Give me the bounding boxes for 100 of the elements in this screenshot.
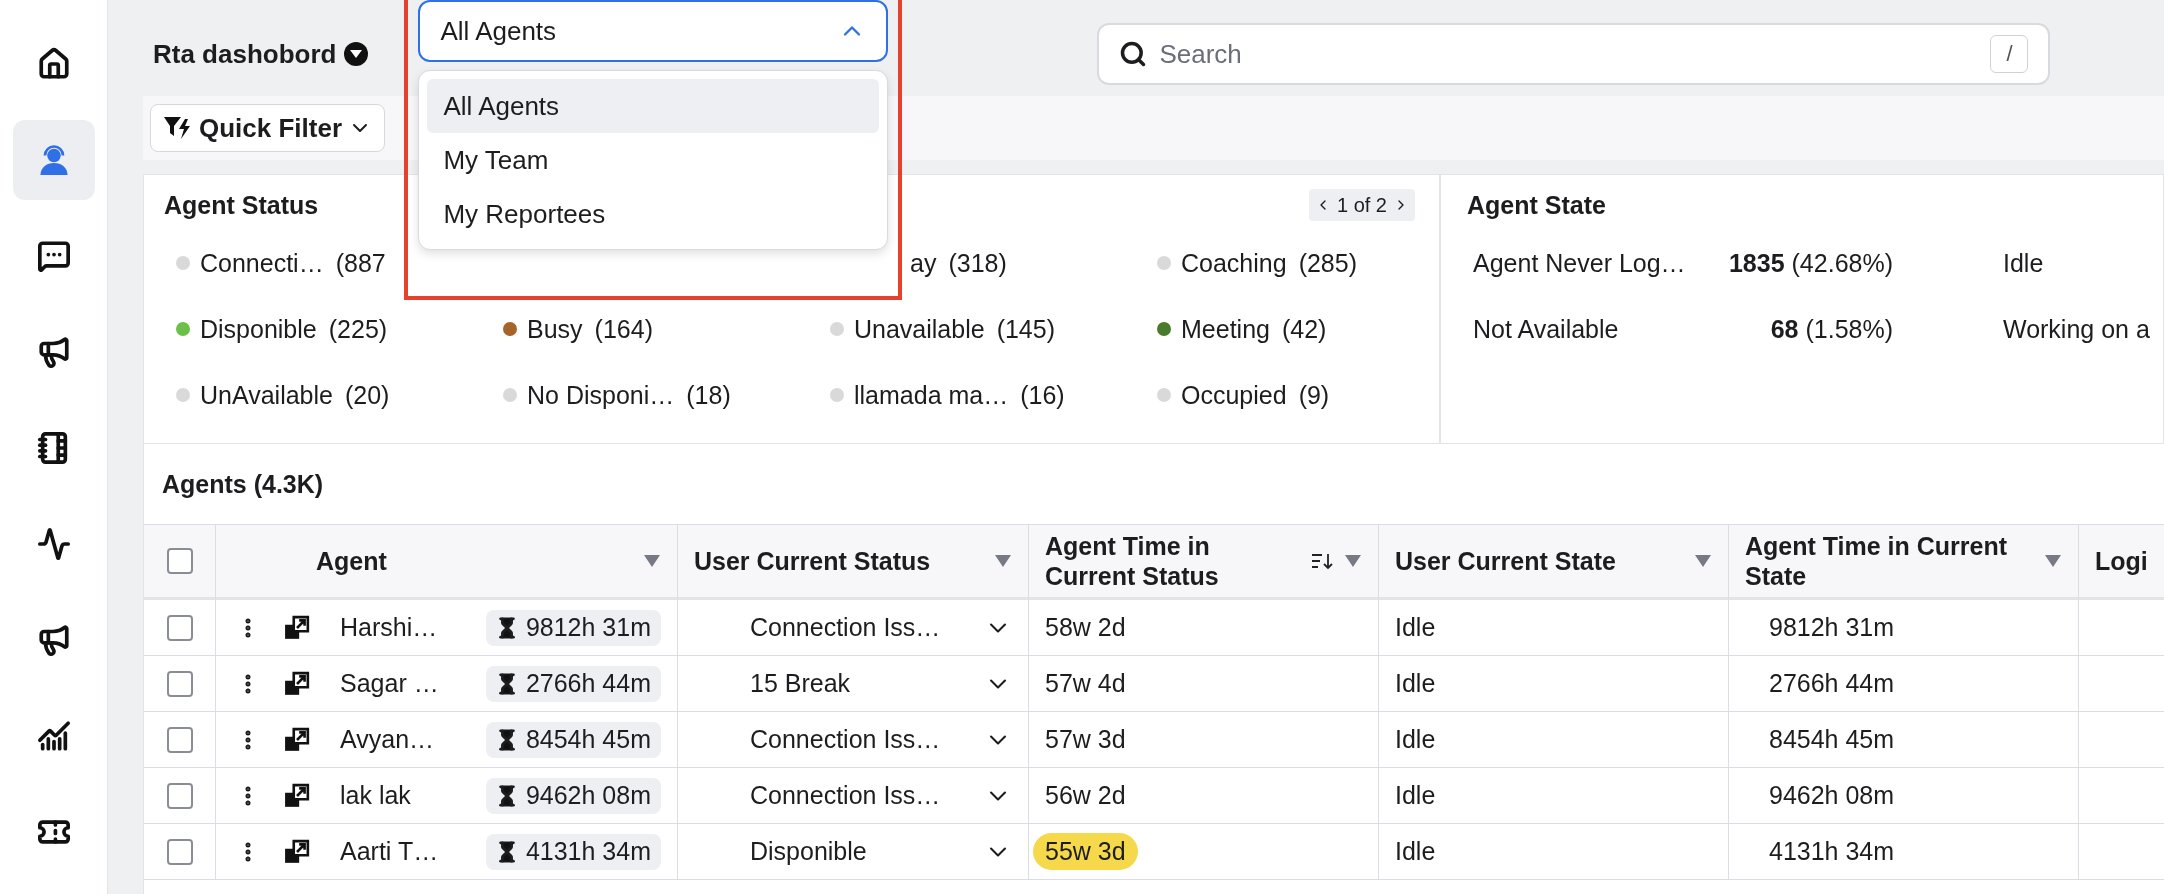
shortcut-key: /	[1990, 35, 2029, 73]
quick-filter-button[interactable]: Quick Filter	[150, 104, 386, 152]
caret-icon[interactable]	[344, 42, 369, 66]
megaphone-icon	[36, 335, 71, 369]
status-label: No Disponi…	[527, 380, 675, 410]
timer-chip: 9462h 08m	[485, 777, 661, 814]
panel-title: Agent State	[1467, 191, 1606, 220]
status-select[interactable]: Disponible	[678, 824, 1029, 880]
state-label: Agent Never Log…	[1473, 248, 1687, 278]
home-icon	[36, 47, 71, 81]
column-header[interactable]: Agent Time in Current Status	[1045, 531, 1300, 591]
row-checkbox[interactable]	[166, 838, 193, 865]
table-cell: Idle	[1395, 669, 1436, 698]
status-count: (225)	[328, 314, 388, 344]
filter-menu-icon[interactable]	[1694, 554, 1712, 568]
status-count: (145)	[996, 314, 1055, 344]
popout-icon[interactable]	[284, 838, 310, 865]
search-field[interactable]: Search /	[1097, 23, 2051, 85]
state-count: 68 (1.58%)	[1769, 314, 1893, 344]
status-select[interactable]: 15 Break	[678, 656, 1029, 712]
section-title: Agents (4.3K)	[161, 468, 325, 500]
row-checkbox[interactable]	[166, 726, 193, 753]
state-label: Working on a	[2003, 314, 2150, 344]
row-checkbox[interactable]	[166, 670, 193, 697]
agent-name: Aarti T…	[340, 837, 440, 866]
row-checkbox[interactable]	[166, 614, 193, 641]
popout-icon[interactable]	[284, 726, 310, 753]
row-checkbox[interactable]	[166, 782, 193, 809]
status-label: Disponible	[200, 314, 317, 344]
status-label: UnAvailable	[200, 380, 333, 410]
status-label: Meeting	[1181, 314, 1270, 344]
chat-icon	[36, 239, 71, 273]
column-header[interactable]: Agent	[316, 546, 633, 576]
column-header[interactable]: Agent Time in Current State	[1745, 531, 2034, 591]
agent-name: Harshi…	[340, 613, 439, 642]
table-cell: Idle	[1395, 613, 1436, 642]
agent-view-select[interactable]: All Agents	[418, 0, 889, 62]
state-label: Idle	[2003, 248, 2045, 278]
filter-menu-icon[interactable]	[994, 554, 1012, 568]
popout-icon[interactable]	[284, 782, 310, 809]
chart-icon	[36, 719, 71, 753]
status-count: (285)	[1298, 248, 1357, 278]
agent-name: lak lak	[340, 781, 412, 810]
status-label: Busy	[527, 314, 583, 344]
dropdown-option[interactable]: My Team	[427, 133, 880, 187]
table-cell: Idle	[1395, 781, 1436, 810]
timer-chip: 8454h 45m	[485, 721, 661, 758]
dashboard-title: Rta dashobord	[153, 38, 337, 70]
pager[interactable]: 1 of 2	[1308, 189, 1415, 221]
column-header[interactable]: User Current Status	[694, 546, 984, 576]
filter-menu-icon[interactable]	[2044, 554, 2062, 568]
popout-icon[interactable]	[284, 670, 310, 697]
dropdown-option[interactable]: All Agents	[427, 79, 880, 133]
table-cell: Idle	[1395, 725, 1436, 754]
select-all-checkbox[interactable]	[166, 548, 193, 574]
status-count: (42)	[1281, 314, 1327, 344]
status-label: Connecti…	[200, 248, 324, 278]
status-label: Unavailable	[854, 314, 985, 344]
megaphone-icon	[36, 623, 71, 657]
time-in-status: 57w 3d	[1044, 724, 1127, 755]
status-label: Coaching	[1181, 248, 1287, 278]
panel-title: Agent Status	[164, 191, 319, 220]
status-label: llamada ma…	[854, 380, 1009, 410]
status-label: ay	[910, 248, 937, 278]
table-cell: 2766h 44m	[1769, 669, 1895, 698]
time-in-status: 58w 2d	[1044, 612, 1127, 643]
time-in-status: 57w 4d	[1044, 668, 1127, 699]
status-count: (318)	[948, 248, 1007, 278]
timer-chip: 2766h 44m	[485, 665, 661, 702]
status-count: (20)	[344, 380, 390, 410]
filter-menu-icon[interactable]	[643, 554, 661, 568]
search-icon	[1119, 40, 1148, 68]
timer-chip: 4131h 34m	[485, 833, 661, 870]
dropdown-option[interactable]: My Reportees	[427, 187, 880, 241]
table-cell: Idle	[1395, 837, 1436, 866]
status-count: (9)	[1298, 380, 1330, 410]
time-in-status: 56w 2d	[1044, 780, 1127, 811]
search-input[interactable]: Search	[1157, 37, 1981, 71]
column-header[interactable]: User Current State	[1395, 546, 1684, 576]
filter-bolt-icon	[163, 115, 193, 141]
state-count: 1835 (42.68%)	[1727, 248, 1893, 278]
status-count: (18)	[686, 380, 731, 410]
table-cell: 4131h 34m	[1769, 837, 1895, 866]
activity-icon	[36, 527, 71, 561]
status-count: (887	[335, 248, 386, 278]
status-select[interactable]: Connection Iss…	[678, 712, 1029, 768]
status-select[interactable]: Connection Iss…	[678, 768, 1029, 824]
agent-name: Sagar …	[340, 669, 440, 698]
agent-name: Avyan…	[340, 725, 436, 754]
sort-icon[interactable]	[1310, 551, 1334, 571]
time-in-status: 55w 3d	[1033, 833, 1138, 870]
status-select[interactable]: Connection Iss…	[678, 600, 1029, 656]
state-label: Not Available	[1473, 314, 1620, 344]
table-cell: 9812h 31m	[1769, 613, 1895, 642]
column-header[interactable]: Logi	[2095, 546, 2148, 576]
status-count: (164)	[594, 314, 653, 344]
status-count: (16)	[1020, 380, 1065, 410]
timer-chip: 9812h 31m	[485, 609, 661, 646]
filter-menu-icon[interactable]	[1344, 554, 1362, 568]
popout-icon[interactable]	[284, 614, 310, 641]
